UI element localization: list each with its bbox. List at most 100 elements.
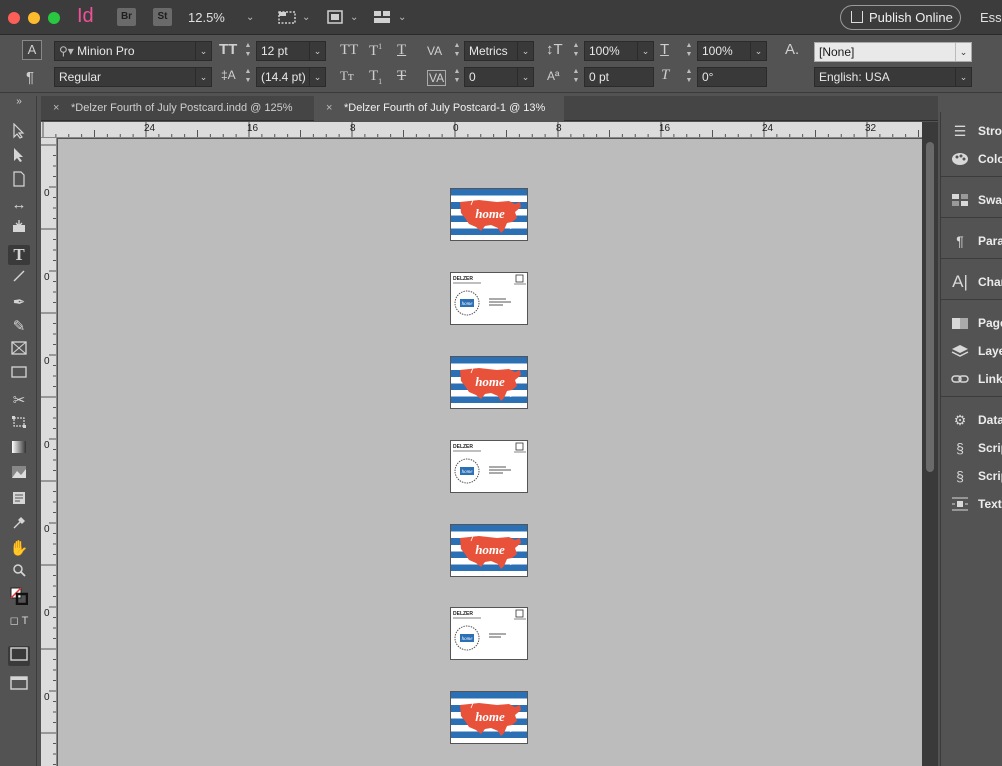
horizontal-scale-field[interactable]: 100% ⌄ xyxy=(697,41,767,61)
vertical-scrollbar[interactable] xyxy=(922,122,938,766)
horizontal-ruler[interactable]: 24 16 8 0 8 16 24 32 xyxy=(41,122,922,138)
postcard-front-page[interactable]: home xyxy=(450,691,528,744)
close-tab-icon[interactable]: × xyxy=(326,96,332,121)
postcard-back-page[interactable]: DELZER home xyxy=(450,440,528,493)
vertical-scale-field[interactable]: 100% ⌄ xyxy=(584,41,654,61)
baseline-shift-field[interactable]: 0 pt xyxy=(584,67,654,87)
close-tab-icon[interactable]: × xyxy=(53,96,59,121)
vertical-ruler[interactable]: 0 0 0 0 0 0 0 xyxy=(41,138,57,766)
character-style-field[interactable]: [None] ⌄ xyxy=(814,42,972,62)
postcard-back-page[interactable]: DELZER home xyxy=(450,272,528,325)
small-caps-icon[interactable]: Tт xyxy=(340,68,354,84)
superscript-icon[interactable]: T1 xyxy=(369,42,382,60)
all-caps-icon[interactable]: TT xyxy=(340,42,358,59)
scissors-tool-icon[interactable]: ✂ xyxy=(8,391,30,411)
chevron-down-icon[interactable]: ⌄ xyxy=(309,42,325,60)
collapse-panel-icon[interactable]: » xyxy=(8,96,30,108)
content-collector-icon[interactable] xyxy=(8,219,30,239)
chevron-down-icon[interactable]: ⌄ xyxy=(517,42,533,60)
horizontal-scale-stepper[interactable]: ▲ ▼ xyxy=(684,41,694,61)
chevron-down-icon[interactable]: ⌄ xyxy=(955,68,971,86)
document-tab[interactable]: × *Delzer Fourth of July Postcard.indd @… xyxy=(41,96,311,121)
vertical-scale-stepper[interactable]: ▲ ▼ xyxy=(571,41,581,61)
free-transform-tool-icon[interactable] xyxy=(8,415,30,435)
tracking-stepper[interactable]: ▲ ▼ xyxy=(452,67,462,87)
stock-button[interactable]: St xyxy=(153,8,172,26)
postcard-front-page[interactable]: home xyxy=(450,356,528,409)
skew-field[interactable]: 0° xyxy=(697,67,767,87)
note-tool-icon[interactable] xyxy=(8,491,30,511)
panel-layers[interactable]: Laye xyxy=(941,340,1002,362)
panel-pages[interactable]: Page xyxy=(941,312,1002,334)
strikethrough-icon[interactable]: T xyxy=(397,68,406,85)
fill-stroke-swatch-icon[interactable] xyxy=(8,587,30,607)
page-tool-icon[interactable] xyxy=(8,171,30,191)
leading-field[interactable]: (14.4 pt) ⌄ xyxy=(256,67,326,87)
pencil-tool-icon[interactable]: ✎ xyxy=(8,317,30,337)
panel-data-merge[interactable]: ⚙ Data xyxy=(941,409,1002,431)
type-tool-icon[interactable]: T xyxy=(8,245,30,265)
publish-online-button[interactable]: Publish Online xyxy=(840,5,961,30)
character-formatting-mode-icon[interactable]: A xyxy=(22,40,42,60)
panel-links[interactable]: Link xyxy=(941,368,1002,390)
eyedropper-tool-icon[interactable] xyxy=(8,516,30,536)
scrollbar-thumb[interactable] xyxy=(926,142,934,472)
line-tool-icon[interactable] xyxy=(8,269,30,289)
chevron-down-icon[interactable]: ⌄ xyxy=(750,42,766,60)
panel-stroke[interactable]: ☰ Strol xyxy=(941,120,1002,142)
direct-selection-tool-icon[interactable] xyxy=(8,147,30,167)
chevron-down-icon[interactable]: ⌄ xyxy=(955,43,971,61)
tracking-field[interactable]: 0 ⌄ xyxy=(464,67,534,87)
rectangle-tool-icon[interactable] xyxy=(8,365,30,385)
panel-script-label[interactable]: § Scrip xyxy=(941,465,1002,487)
chevron-down-icon[interactable]: ⌄ xyxy=(195,42,211,60)
document-tab-active[interactable]: × *Delzer Fourth of July Postcard-1 @ 13… xyxy=(314,96,564,121)
panel-text-wrap[interactable]: Text xyxy=(941,493,1002,515)
selection-tool-icon[interactable] xyxy=(8,122,30,143)
screen-mode-tool-icon[interactable] xyxy=(8,675,30,695)
kerning-field[interactable]: Metrics ⌄ xyxy=(464,41,534,61)
chevron-down-icon[interactable]: ⌄ xyxy=(195,68,211,86)
panel-color[interactable]: Colo xyxy=(941,148,1002,170)
paragraph-formatting-mode-icon[interactable]: ¶ xyxy=(26,69,34,86)
bridge-button[interactable]: Br xyxy=(117,8,136,26)
chevron-down-icon[interactable]: ⌄ xyxy=(517,68,533,86)
skew-stepper[interactable]: ▲ ▼ xyxy=(684,67,694,87)
view-options-dropdown-icon[interactable]: ⌄ xyxy=(302,12,310,23)
panel-paragraph[interactable]: ¶ Para xyxy=(941,230,1002,252)
view-options-icon[interactable] xyxy=(278,9,296,25)
font-family-field[interactable]: ⚲▾ Minion Pro ⌄ xyxy=(54,41,212,61)
pasteboard[interactable]: home DELZER home home DELZER home home D… xyxy=(58,139,922,766)
panel-scripts[interactable]: § Scrip xyxy=(941,437,1002,459)
chevron-down-icon[interactable]: ⌄ xyxy=(309,68,325,86)
kerning-stepper[interactable]: ▲ ▼ xyxy=(452,41,462,61)
arrange-documents-dropdown-icon[interactable]: ⌄ xyxy=(398,12,406,23)
baseline-shift-stepper[interactable]: ▲ ▼ xyxy=(571,67,581,87)
panel-character[interactable]: A| Char xyxy=(941,271,1002,293)
panel-swatches[interactable]: Swat xyxy=(941,189,1002,211)
font-size-field[interactable]: 12 pt ⌄ xyxy=(256,41,326,61)
zoom-tool-icon[interactable] xyxy=(8,563,30,583)
font-style-field[interactable]: Regular ⌄ xyxy=(54,67,212,87)
close-window-button[interactable] xyxy=(8,12,20,24)
zoom-window-button[interactable] xyxy=(48,12,60,24)
screen-mode-icon[interactable] xyxy=(326,9,344,25)
screen-mode-dropdown-icon[interactable]: ⌄ xyxy=(350,12,358,23)
language-field[interactable]: English: USA ⌄ xyxy=(814,67,972,87)
rectangle-frame-tool-icon[interactable] xyxy=(8,341,30,361)
zoom-dropdown-icon[interactable]: ⌄ xyxy=(246,12,254,23)
gradient-swatch-tool-icon[interactable] xyxy=(8,440,30,460)
leading-stepper[interactable]: ▲ ▼ xyxy=(243,67,253,87)
postcard-back-page[interactable]: DELZER home xyxy=(450,607,528,660)
minimize-window-button[interactable] xyxy=(28,12,40,24)
pen-tool-icon[interactable]: ✒ xyxy=(8,293,30,313)
subscript-icon[interactable]: T1 xyxy=(369,68,382,86)
format-affects-container-icon[interactable]: ◻ T xyxy=(8,611,30,631)
postcard-front-page[interactable]: home xyxy=(450,188,528,241)
font-size-stepper[interactable]: ▲ ▼ xyxy=(243,41,253,61)
arrange-documents-icon[interactable] xyxy=(373,9,391,25)
postcard-front-page[interactable]: home xyxy=(450,524,528,577)
workspace-switcher[interactable]: Ess xyxy=(980,10,1002,25)
hand-tool-icon[interactable]: ✋ xyxy=(8,539,30,559)
zoom-level[interactable]: 12.5% xyxy=(188,10,225,25)
